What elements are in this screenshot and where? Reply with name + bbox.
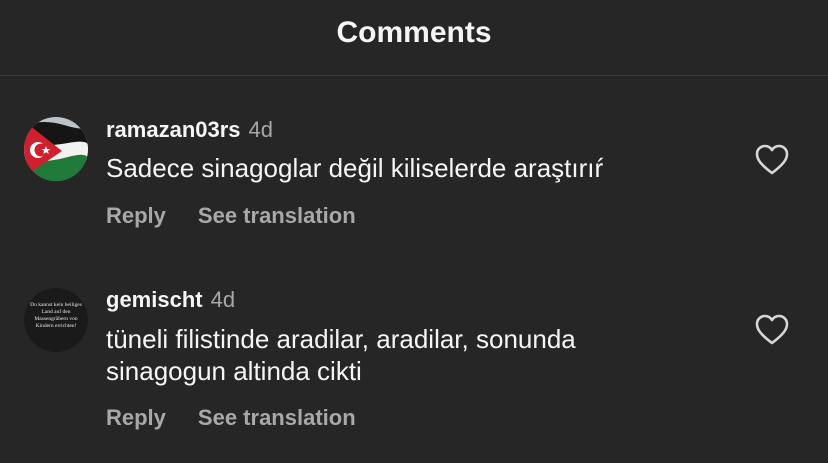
like-button[interactable] [754, 143, 790, 177]
avatar-caption: Du kannst kein heiliges Land auf den Mas… [30, 302, 82, 329]
comment-text: Sadece sinagoglar değil kiliselerde araş… [106, 153, 604, 183]
username[interactable]: gemischt [106, 287, 203, 312]
heart-icon [755, 314, 789, 345]
palestine-flag-icon [24, 117, 88, 181]
comment-timestamp: 4d [210, 287, 236, 312]
see-translation-button[interactable]: See translation [198, 203, 356, 228]
username[interactable]: ramazan03rs [106, 117, 241, 142]
comment-timestamp: 4d [248, 117, 274, 142]
comment-actions: Reply See translation [106, 405, 356, 431]
heart-icon [755, 144, 789, 175]
see-translation-button[interactable]: See translation [198, 405, 356, 430]
comment-actions: Reply See translation [106, 203, 356, 229]
comments-header: Comments [0, 0, 828, 76]
comment-author[interactable]: ramazan03rs 4d [106, 117, 273, 143]
comment-text: tüneli filistinde aradilar, aradilar, so… [106, 324, 576, 386]
comment-author[interactable]: gemischt 4d [106, 287, 235, 313]
avatar[interactable]: Du kannst kein heiliges Land auf den Mas… [24, 288, 88, 352]
reply-button[interactable]: Reply [106, 203, 166, 228]
reply-button[interactable]: Reply [106, 405, 166, 430]
like-button[interactable] [754, 313, 790, 347]
avatar[interactable] [24, 117, 88, 181]
page-title: Comments [336, 16, 492, 49]
